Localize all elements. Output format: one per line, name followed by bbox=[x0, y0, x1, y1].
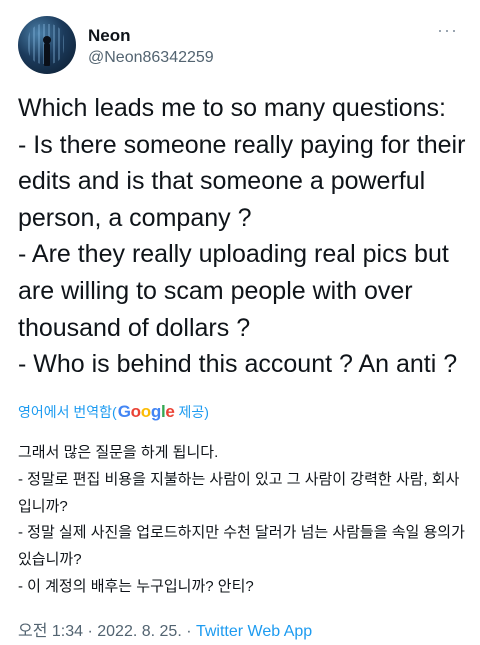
avatar-figure-body bbox=[44, 42, 50, 66]
tweet-date[interactable]: 2022. 8. 25. bbox=[97, 623, 182, 640]
meta-separator: · bbox=[181, 623, 196, 640]
author-names: Neon @Neon86342259 bbox=[88, 26, 214, 68]
avatar[interactable] bbox=[18, 16, 76, 74]
tweet-time[interactable]: 오전 1:34 bbox=[18, 623, 83, 640]
tweet-header: Neon @Neon86342259 ··· bbox=[18, 16, 462, 76]
google-logo: Google bbox=[117, 402, 175, 421]
translated-by-link[interactable]: 영어에서 번역함( Google 제공) bbox=[18, 402, 209, 422]
display-name[interactable]: Neon bbox=[88, 26, 214, 46]
tweet-text: Which leads me to so many questions: - I… bbox=[18, 94, 466, 379]
meta-separator: · bbox=[83, 623, 98, 640]
user-handle[interactable]: @Neon86342259 bbox=[88, 48, 214, 68]
more-options-icon[interactable]: ··· bbox=[437, 20, 458, 41]
tweet-source-link[interactable]: Twitter Web App bbox=[196, 623, 312, 640]
translated-suffix: 제공) bbox=[178, 404, 209, 420]
translated-prefix: 영어에서 번역함( bbox=[18, 404, 117, 420]
translated-text: 그래서 많은 질문을 하게 됩니다. - 정말로 편집 비용을 지불하는 사람이… bbox=[18, 444, 465, 595]
tweet-metadata: 오전 1:34 · 2022. 8. 25. · Twitter Web App bbox=[18, 617, 312, 641]
